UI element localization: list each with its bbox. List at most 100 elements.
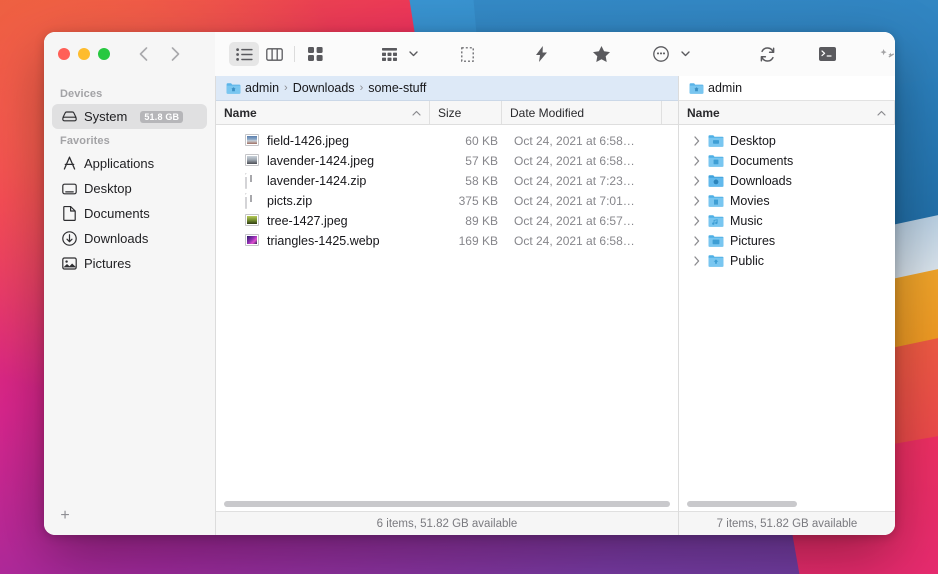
view-mode-group <box>229 42 330 66</box>
list-item[interactable]: Pictures <box>679 231 895 251</box>
navigation-buttons <box>130 42 188 66</box>
pane-container: admin › Downloads › some-stuff Name Size… <box>215 76 895 535</box>
status-text: 6 items, 51.82 GB available <box>376 517 518 530</box>
image-file-icon <box>245 234 259 248</box>
file-size: 375 KB <box>458 194 498 208</box>
group-by-icon[interactable] <box>374 42 404 66</box>
horizontal-scrollbar[interactable] <box>216 497 678 511</box>
folder-movies-icon <box>708 194 724 208</box>
file-date-modified: Oct 24, 2021 at 6:58… <box>514 154 635 168</box>
toolbar-separator <box>294 46 295 62</box>
breadcrumb: admin › Downloads › some-stuff <box>216 76 678 101</box>
sidebar-item-system[interactable]: System 51.8 GB <box>52 104 207 129</box>
documents-icon <box>61 206 77 222</box>
file-name: lavender-1424.zip <box>267 174 367 188</box>
status-badge: 51.8 GB <box>140 110 184 123</box>
scrollbar-thumb[interactable] <box>687 501 797 507</box>
folder-name: Music <box>730 214 763 228</box>
breadcrumb-item-admin[interactable]: admin <box>245 81 279 95</box>
breadcrumb-separator: › <box>284 82 288 94</box>
home-folder-icon <box>689 82 704 95</box>
list-item[interactable]: Desktop <box>679 131 895 151</box>
table-row[interactable]: lavender-1424.jpeg 57 KB Oct 24, 2021 at… <box>216 151 678 171</box>
column-view-icon[interactable] <box>259 42 289 66</box>
file-name: tree-1427.jpeg <box>267 214 348 228</box>
column-header-date-modified[interactable]: Date Modified <box>502 101 662 124</box>
horizontal-scrollbar[interactable] <box>679 497 895 511</box>
pictures-icon <box>61 256 77 272</box>
group-by-chevron-down-icon[interactable] <box>404 42 422 66</box>
add-sidebar-item-button[interactable]: + <box>56 507 74 525</box>
zoom-button[interactable] <box>98 48 110 60</box>
scrollbar-thumb[interactable] <box>224 501 670 507</box>
chevron-right-icon[interactable] <box>691 136 702 147</box>
chevron-right-icon[interactable] <box>691 176 702 187</box>
status-bar: 7 items, 51.82 GB available <box>679 511 895 535</box>
sidebar-item-applications[interactable]: Applications <box>52 151 207 176</box>
folder-name: Downloads <box>730 174 792 188</box>
table-row[interactable]: lavender-1424.zip 58 KB Oct 24, 2021 at … <box>216 171 678 191</box>
sidebar-footer: + <box>44 497 215 535</box>
list-item[interactable]: Public <box>679 251 895 271</box>
file-name: lavender-1424.jpeg <box>267 154 375 168</box>
file-name-cell: lavender-1424.zip <box>216 173 434 189</box>
gallery-view-icon[interactable] <box>300 42 330 66</box>
chevron-right-icon[interactable] <box>691 256 702 267</box>
table-row[interactable]: tree-1427.jpeg 89 KB Oct 24, 2021 at 6:5… <box>216 211 678 231</box>
file-name-cell: field-1426.jpeg <box>216 134 434 148</box>
list-item[interactable]: Movies <box>679 191 895 211</box>
sidebar-item-documents[interactable]: Documents <box>52 201 207 226</box>
terminal-icon[interactable] <box>812 42 842 66</box>
list-item[interactable]: Music <box>679 211 895 231</box>
sidebar-section-title-devices: Devices <box>60 88 103 100</box>
forward-button[interactable] <box>162 42 188 66</box>
favorite-star-icon[interactable] <box>586 42 616 66</box>
applications-icon <box>61 156 77 172</box>
file-name: triangles-1425.webp <box>267 234 380 248</box>
sidebar-item-label: Downloads <box>84 231 149 246</box>
quick-actions-bolt-icon[interactable] <box>526 42 556 66</box>
column-header-date-label: Date Modified <box>510 105 585 120</box>
table-row[interactable]: picts.zip 375 KB Oct 24, 2021 at 7:01… <box>216 191 678 211</box>
list-item[interactable]: Documents <box>679 151 895 171</box>
breadcrumb-item-admin[interactable]: admin <box>708 81 742 95</box>
folder-desktop-icon <box>708 134 724 148</box>
new-folder-dashed-icon[interactable] <box>452 42 482 66</box>
more-chevron-down-icon[interactable] <box>676 42 694 66</box>
file-list: field-1426.jpeg 60 KB Oct 24, 2021 at 6:… <box>216 125 678 497</box>
chevron-right-icon[interactable] <box>691 156 702 167</box>
sidebar-item-pictures[interactable]: Pictures <box>52 251 207 276</box>
clean-up-sparkle-icon[interactable] <box>872 42 895 66</box>
column-header-name-label: Name <box>224 105 257 120</box>
column-header-size[interactable]: Size <box>430 101 502 124</box>
chevron-right-icon[interactable] <box>691 236 702 247</box>
close-button[interactable] <box>58 48 70 60</box>
breadcrumb-item-some-stuff[interactable]: some-stuff <box>368 81 426 95</box>
folder-list-column-headers: Name <box>679 101 895 125</box>
back-button[interactable] <box>130 42 156 66</box>
breadcrumb-item-downloads[interactable]: Downloads <box>293 81 355 95</box>
sidebar-item-downloads[interactable]: Downloads <box>52 226 207 251</box>
refresh-icon[interactable] <box>752 42 782 66</box>
window-body: Devices System 51.8 GB Favorites Applica… <box>44 76 895 535</box>
sidebar-item-desktop[interactable]: Desktop <box>52 176 207 201</box>
chevron-right-icon[interactable] <box>691 216 702 227</box>
list-view-icon[interactable] <box>229 42 259 66</box>
traffic-light-group <box>44 48 110 60</box>
column-header-name[interactable]: Name <box>679 101 895 124</box>
file-date-modified: Oct 24, 2021 at 6:57… <box>514 214 635 228</box>
table-row[interactable]: field-1426.jpeg 60 KB Oct 24, 2021 at 6:… <box>216 131 678 151</box>
finder-window: Devices System 51.8 GB Favorites Applica… <box>44 32 895 535</box>
file-date-modified: Oct 24, 2021 at 6:58… <box>514 234 635 248</box>
drive-icon <box>61 109 77 125</box>
file-name-cell: picts.zip <box>216 193 434 209</box>
more-circle-icon[interactable] <box>646 42 676 66</box>
list-item[interactable]: Downloads <box>679 171 895 191</box>
table-row[interactable]: triangles-1425.webp 169 KB Oct 24, 2021 … <box>216 231 678 251</box>
column-header-name[interactable]: Name <box>216 101 430 124</box>
minimize-button[interactable] <box>78 48 90 60</box>
chevron-right-icon[interactable] <box>691 196 702 207</box>
sidebar-item-label: Applications <box>84 156 155 171</box>
folder-name: Desktop <box>730 134 776 148</box>
folder-list: Desktop Documents Downloads Movies Music… <box>679 125 895 497</box>
